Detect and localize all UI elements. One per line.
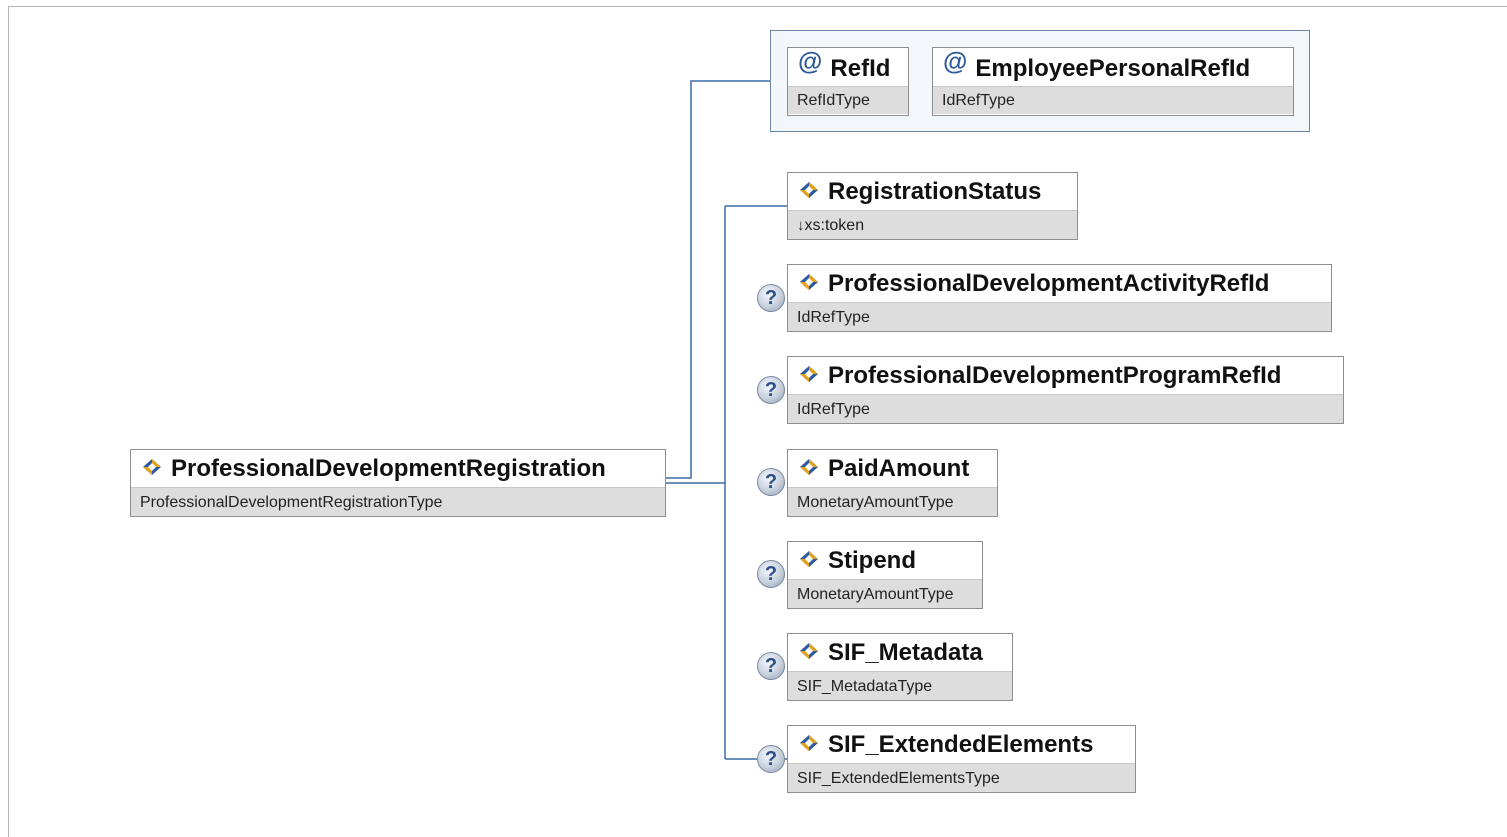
connector-attributes	[665, 80, 770, 479]
element-type: SIF_ExtendedElementsType	[788, 763, 1135, 792]
element-diamond-icon	[143, 458, 161, 475]
element-name: Stipend	[828, 547, 916, 574]
element-diamond-icon	[800, 734, 818, 751]
element-diamond-icon	[800, 365, 818, 382]
element-name: PaidAmount	[828, 455, 970, 482]
question-mark-icon: ?	[757, 745, 785, 773]
element-type: MonetaryAmountType	[788, 579, 982, 608]
element-diamond-icon	[800, 642, 818, 659]
element-header: Stipend	[788, 542, 982, 579]
element-type-label: xs:token	[804, 217, 865, 234]
element-name: ProfessionalDevelopmentProgramRefId	[828, 362, 1282, 389]
element-type: SIF_MetadataType	[788, 671, 1012, 700]
question-mark-icon: ?	[757, 560, 785, 588]
element-header: ProfessionalDevelopmentProgramRefId	[788, 357, 1343, 394]
at-sign-icon: @	[798, 48, 823, 76]
element-type: IdRefType	[788, 394, 1343, 423]
attribute-type: IdRefType	[933, 86, 1293, 114]
element-header: ProfessionalDevelopmentActivityRefId	[788, 265, 1331, 302]
element-node-sif-extended-elements[interactable]: SIF_ExtendedElements SIF_ExtendedElement…	[787, 725, 1136, 793]
element-diamond-icon	[800, 550, 818, 567]
attribute-name: RefId	[830, 55, 891, 82]
element-name: ProfessionalDevelopmentActivityRefId	[828, 270, 1270, 297]
root-element-type: ProfessionalDevelopmentRegistrationType	[131, 487, 665, 516]
attribute-node-employee-personal-refid[interactable]: @ EmployeePersonalRefId IdRefType	[932, 47, 1294, 116]
element-diamond-icon	[800, 273, 818, 290]
element-name: SIF_ExtendedElements	[828, 731, 1094, 758]
element-type: ↓xs:token	[788, 210, 1077, 239]
element-header: RegistrationStatus	[788, 173, 1077, 210]
element-header: PaidAmount	[788, 450, 997, 487]
simple-type-arrow-icon: ↓	[797, 217, 805, 234]
element-name: RegistrationStatus	[828, 178, 1042, 205]
attribute-header: @ RefId	[788, 48, 908, 86]
element-header: SIF_Metadata	[788, 634, 1012, 671]
root-element-node[interactable]: ProfessionalDevelopmentRegistration Prof…	[130, 449, 666, 517]
element-diamond-icon	[800, 181, 818, 198]
attribute-name: EmployeePersonalRefId	[975, 55, 1251, 82]
question-mark-icon: ?	[757, 284, 785, 312]
element-node-pd-activity-refid[interactable]: ProfessionalDevelopmentActivityRefId IdR…	[787, 264, 1332, 332]
question-mark-icon: ?	[757, 376, 785, 404]
attribute-node-refid[interactable]: @ RefId RefIdType	[787, 47, 909, 116]
element-node-pd-program-refid[interactable]: ProfessionalDevelopmentProgramRefId IdRe…	[787, 356, 1344, 424]
attribute-type: RefIdType	[788, 86, 908, 114]
element-name: SIF_Metadata	[828, 639, 983, 666]
element-diamond-icon	[800, 458, 818, 475]
element-node-paid-amount[interactable]: PaidAmount MonetaryAmountType	[787, 449, 998, 517]
question-mark-icon: ?	[757, 652, 785, 680]
element-type: MonetaryAmountType	[788, 487, 997, 516]
root-element-header: ProfessionalDevelopmentRegistration	[131, 450, 665, 487]
element-header: SIF_ExtendedElements	[788, 726, 1135, 763]
element-type: IdRefType	[788, 302, 1331, 331]
question-mark-icon: ?	[757, 468, 785, 496]
attribute-header: @ EmployeePersonalRefId	[933, 48, 1293, 86]
root-element-name: ProfessionalDevelopmentRegistration	[171, 455, 606, 482]
element-node-registration-status[interactable]: RegistrationStatus ↓xs:token	[787, 172, 1078, 240]
at-sign-icon: @	[943, 48, 968, 76]
element-node-stipend[interactable]: Stipend MonetaryAmountType	[787, 541, 983, 609]
element-node-sif-metadata[interactable]: SIF_Metadata SIF_MetadataType	[787, 633, 1013, 701]
